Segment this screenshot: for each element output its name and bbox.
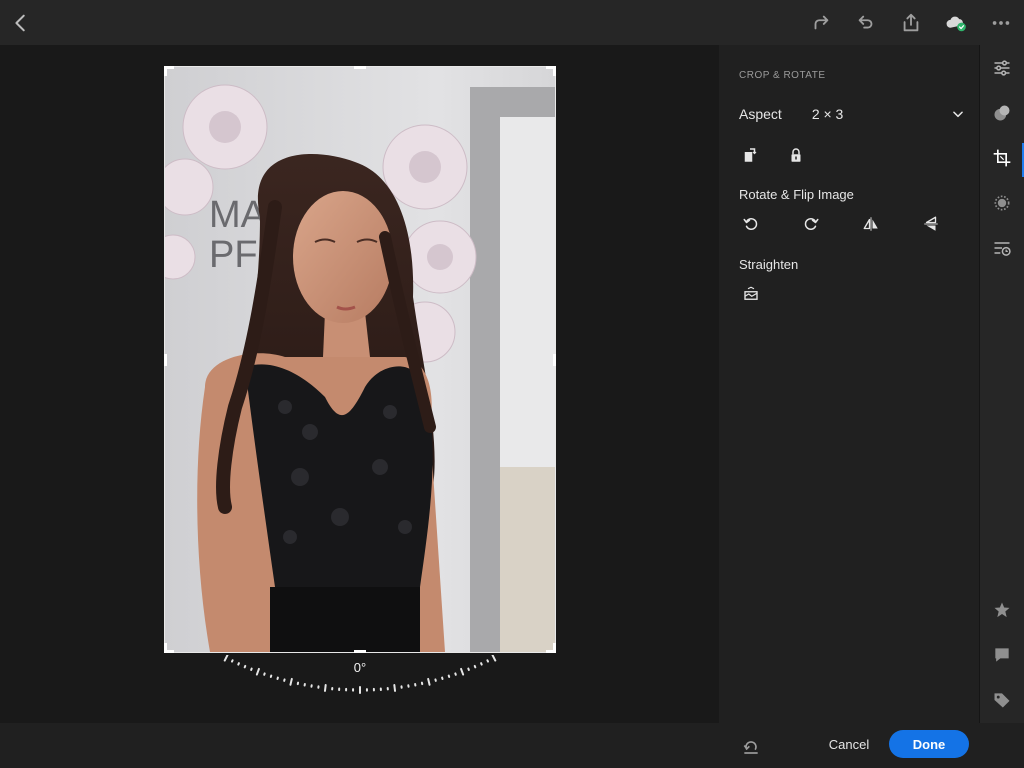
lock-aspect-button[interactable]	[783, 142, 809, 168]
healing-icon	[994, 195, 1010, 211]
rotate-left-icon	[743, 218, 758, 230]
dial-tick	[243, 664, 247, 669]
redo-icon	[814, 15, 829, 30]
dial-tick	[230, 659, 234, 663]
flip-vertical-button[interactable]	[918, 211, 944, 237]
dial-tick	[427, 677, 431, 686]
rail-tags-button[interactable]	[987, 685, 1017, 715]
panel-title: CROP & ROTATE	[739, 70, 826, 81]
share-icon	[903, 13, 919, 32]
undo-icon	[858, 15, 873, 29]
done-button[interactable]: Done	[889, 730, 969, 758]
chevron-left-icon	[15, 14, 25, 32]
rating-star-icon	[994, 602, 1010, 618]
tool-rail	[979, 45, 1024, 768]
redo-button[interactable]	[806, 8, 836, 38]
dial-tick	[223, 655, 229, 662]
rotate-flip-label: Rotate & Flip Image	[739, 187, 854, 202]
flip-horizontal-icon	[863, 217, 878, 231]
top-bar	[0, 0, 1024, 45]
rotate-right-button[interactable]	[798, 211, 824, 237]
comments-icon	[995, 648, 1009, 662]
edit-sliders-icon	[994, 60, 1010, 76]
rail-crop-button[interactable]	[987, 143, 1017, 173]
rotate-right-icon	[804, 218, 819, 230]
share-button[interactable]	[896, 8, 926, 38]
more-dots-icon	[992, 21, 1010, 25]
dial-tick	[467, 667, 470, 671]
auto-straighten-icon	[744, 286, 758, 300]
aspect-label: Aspect	[739, 106, 782, 122]
straighten-label: Straighten	[739, 257, 799, 272]
flip-horizontal-button[interactable]	[858, 211, 884, 237]
crop-handle-right[interactable]	[553, 354, 556, 366]
crop-handle-bottom-left-v[interactable]	[164, 643, 167, 653]
back-button[interactable]	[6, 8, 36, 38]
rail-comments-button[interactable]	[987, 640, 1017, 670]
chevron-down-icon	[953, 111, 963, 118]
rail-edit-button[interactable]	[987, 53, 1017, 83]
aspect-dropdown[interactable]: Aspect 2 × 3	[739, 103, 965, 125]
aspect-value: 2 × 3	[811, 106, 844, 122]
presets-icon	[994, 105, 1010, 121]
versions-icon	[994, 242, 1011, 256]
cloud-sync-button[interactable]	[941, 8, 971, 38]
swap-orientation-button[interactable]	[737, 142, 763, 168]
cancel-button[interactable]: Cancel	[818, 730, 880, 758]
dial-tick	[486, 659, 490, 663]
dial-tick	[323, 683, 327, 692]
tags-icon	[994, 693, 1010, 708]
reset-icon	[743, 741, 758, 754]
photo[interactable]: MA PF	[165, 67, 555, 652]
reset-crop-button[interactable]	[738, 735, 764, 761]
rail-versions-button[interactable]	[987, 233, 1017, 263]
rail-healing-button[interactable]	[987, 188, 1017, 218]
auto-straighten-button[interactable]	[738, 281, 764, 307]
crop-icon	[993, 149, 1011, 167]
dial-tick	[460, 667, 465, 676]
crop-handle-bottom-right-v[interactable]	[553, 643, 556, 653]
crop-handle-top[interactable]	[354, 66, 366, 69]
photo-image: MA PF	[165, 67, 555, 652]
more-button[interactable]	[986, 8, 1016, 38]
rotate-left-button[interactable]	[738, 211, 764, 237]
dial-tick	[250, 667, 253, 671]
crop-handle-bottom[interactable]	[354, 650, 366, 653]
straighten-dial[interactable]	[220, 655, 500, 700]
rail-rating-button[interactable]	[987, 595, 1017, 625]
rail-presets-button[interactable]	[987, 98, 1017, 128]
dial-tick	[480, 662, 483, 666]
lock-icon	[791, 148, 801, 162]
cloud-synced-icon	[946, 16, 966, 32]
dial-tick	[255, 667, 260, 676]
crop-handle-left[interactable]	[164, 354, 167, 366]
flip-vertical-icon	[924, 216, 938, 231]
undo-button[interactable]	[851, 8, 881, 38]
dial-tick	[491, 655, 497, 662]
dial-tick	[393, 683, 397, 692]
dial-tick	[289, 677, 293, 686]
svg-text:PF: PF	[209, 234, 258, 276]
crop-rotate-panel: CROP & ROTATE Aspect 2 × 3 Rotate & Flip…	[719, 45, 979, 723]
crop-handle-top-left-v[interactable]	[164, 66, 167, 76]
dial-tick	[237, 662, 240, 666]
dial-tick	[473, 664, 477, 669]
crop-handle-top-right-v[interactable]	[553, 66, 556, 76]
rotate-orientation-icon	[744, 148, 757, 162]
